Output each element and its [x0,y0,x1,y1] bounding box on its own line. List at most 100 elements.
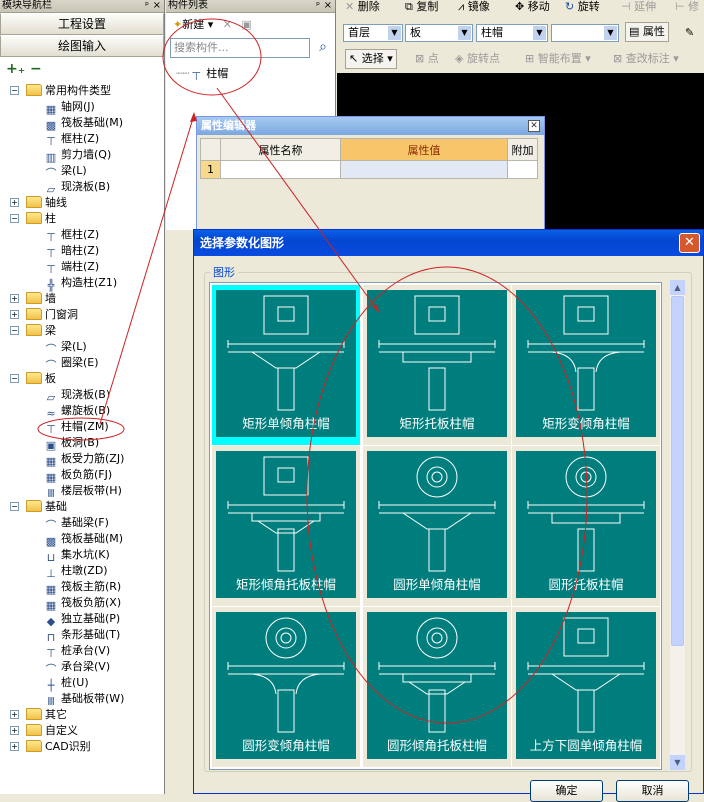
tree-folder[interactable]: − 板 [10,371,56,387]
tree-folder[interactable]: + 门窗洞 [10,307,78,323]
search-input[interactable]: 搜索构件... [170,38,310,58]
table-row[interactable]: 1 [200,160,538,179]
shape-tile[interactable]: 矩形单倾角柱帽 [212,285,360,445]
tree-item[interactable]: ┼ 桩(U) [44,675,89,692]
collapse-icon[interactable]: − [10,374,19,383]
tree-item[interactable]: ≈ 螺旋板(B) [44,403,110,420]
tree-folder[interactable]: − 常用构件类型 [10,83,111,99]
property-name-cell[interactable] [220,160,341,179]
close-icon[interactable]: × [324,0,332,12]
tree-item[interactable]: ▦ 筏板负筋(X) [44,595,121,612]
tree-item[interactable]: Ⅲ 楼层板带(H) [44,483,122,500]
select-button[interactable]: ↖ 选择 ▾ [345,49,397,69]
search-icon[interactable]: ⌕ [313,38,333,58]
subcomponent-select[interactable]: ▼ [551,24,619,42]
ok-button[interactable]: 确定 [530,780,603,802]
cancel-button[interactable]: 取消 [616,780,689,802]
tree-item[interactable]: ▦ 板受力筋(ZJ) [44,451,125,468]
tree-folder[interactable]: + 自定义 [10,723,78,739]
pin-icon[interactable]: ᵖ [145,0,149,12]
tree-item[interactable]: ▱ 现浇板(B) [44,179,110,196]
tree-item[interactable]: ⊔ 集水坑(K) [44,547,110,564]
expand-icon[interactable]: + [10,310,19,319]
edit-icon[interactable]: ✎ [685,22,694,44]
tree-item[interactable]: ⊤ 桩承台(V) [44,643,110,660]
scroll-thumb[interactable] [671,296,684,646]
expand-icon[interactable]: + [10,726,19,735]
point-button[interactable]: ⊠ 点 [415,48,439,70]
tree-folder[interactable]: + 轴线 [10,195,67,211]
shape-tile[interactable]: 矩形托板柱帽 [363,285,511,445]
tree-item[interactable]: ▣ 板洞(B) [44,435,99,452]
mirror-button[interactable]: ⩘ 镜像 [458,0,490,18]
expand-icon[interactable]: + [10,294,19,303]
tree-item[interactable]: ▩ 筏板基础(M) [44,115,123,132]
drawing-input-button[interactable]: 绘图输入 [0,35,164,57]
shape-tile[interactable]: 矩形倾角托板柱帽 [212,446,360,606]
trim-button[interactable]: ⊢ 修 [675,0,699,18]
tree-folder[interactable]: − 基础 [10,499,67,515]
tree-item[interactable]: ⊥ 柱墩(ZD) [44,563,107,580]
close-icon[interactable]: ✕ [528,120,540,132]
scroll-down-icon[interactable]: ▼ [670,755,685,770]
pin-icon[interactable]: ᵖ [316,0,320,12]
delete-icon[interactable]: ✕ [220,15,235,35]
expand-icon[interactable]: + [10,710,19,719]
shape-tile[interactable]: 圆形托板柱帽 [512,446,660,606]
tree-folder[interactable]: − 梁 [10,323,56,339]
tree-item[interactable]: ⌒ 基础梁(F) [44,515,109,532]
rotate-button[interactable]: ↻ 旋转 [565,0,600,18]
tree-item[interactable]: ⊤ 框柱(Z) [44,131,99,148]
property-button[interactable]: ▤ 属性 [625,22,669,42]
collapse-all-icon[interactable]: − [30,61,42,77]
tree-item[interactable]: ⊤ 暗柱(Z) [44,243,99,260]
tree-item[interactable]: ⊤ 柱帽(ZM) [44,419,108,436]
collapse-icon[interactable]: − [10,214,19,223]
tree-item[interactable]: ◆ 独立基础(P) [44,611,120,628]
collapse-icon[interactable]: − [10,326,19,335]
tree-item[interactable]: Ⅲ 基础板带(W) [44,691,124,708]
tree-item[interactable]: ⌒ 承台梁(V) [44,659,111,676]
delete-button[interactable]: ✕ 删除 [345,0,380,18]
new-component-button[interactable]: ✦新建 ▾ [170,15,216,35]
collapse-icon[interactable]: − [10,86,19,95]
floor-select[interactable]: 首层 ▼ [343,24,403,42]
close-icon[interactable]: × [153,0,161,12]
tree-item[interactable]: ⊓ 条形基础(T) [44,627,121,644]
extend-button[interactable]: ⊣ 延伸 [621,0,656,18]
tree-item[interactable]: ▦ 筏板主筋(R) [44,579,121,596]
expand-all-icon[interactable]: +₊ [6,61,25,77]
component-list-item[interactable]: ┈┈ ⊤ 柱帽 [176,66,228,84]
rotate-point-button[interactable]: ◈ 旋转点 [455,48,500,70]
category-select[interactable]: 板 ▼ [405,24,473,42]
property-extra-cell[interactable] [507,160,538,179]
check-label-button[interactable]: ⊠ 查改标注 ▾ [613,48,679,70]
shape-tile[interactable]: 矩形变倾角柱帽 [512,285,660,445]
tree-item[interactable]: ╬ 构造柱(Z1) [44,275,117,292]
tree-folder[interactable]: + CAD识别 [10,739,91,755]
scroll-up-icon[interactable]: ▲ [670,280,685,295]
shape-tile[interactable]: 上方下圆单倾角柱帽 [512,607,660,767]
tree-item[interactable]: ⌒ 梁(L) [44,163,87,180]
tree-item[interactable]: ⊤ 端柱(Z) [44,259,99,276]
tree-item[interactable]: ⌒ 圈梁(E) [44,355,99,372]
tree-item[interactable]: ⌒ 梁(L) [44,339,87,356]
project-settings-button[interactable]: 工程设置 [0,13,164,35]
expand-icon[interactable]: + [10,742,19,751]
expand-icon[interactable]: + [10,198,19,207]
tree-item[interactable]: ⊤ 框柱(Z) [44,227,99,244]
copy-component-icon[interactable]: ▣ [238,15,254,35]
shape-tile[interactable]: 圆形变倾角柱帽 [212,607,360,767]
shape-tile[interactable]: 圆形倾角托板柱帽 [363,607,511,767]
tree-folder[interactable]: − 柱 [10,211,56,227]
component-select[interactable]: 柱帽 ▼ [476,24,548,42]
smart-layout-button[interactable]: ⊞ 智能布置 ▾ [525,48,591,70]
close-icon[interactable]: ✕ [679,233,700,253]
tree-folder[interactable]: + 其它 [10,707,67,723]
tree-item[interactable]: ▥ 剪力墙(Q) [44,147,111,164]
vertical-scrollbar[interactable]: ▲ ▼ [670,280,685,770]
shape-tile[interactable]: 圆形单倾角柱帽 [363,446,511,606]
move-button[interactable]: ✥ 移动 [515,0,550,18]
collapse-icon[interactable]: − [10,502,19,511]
tree-item[interactable]: ▱ 现浇板(B) [44,387,110,404]
